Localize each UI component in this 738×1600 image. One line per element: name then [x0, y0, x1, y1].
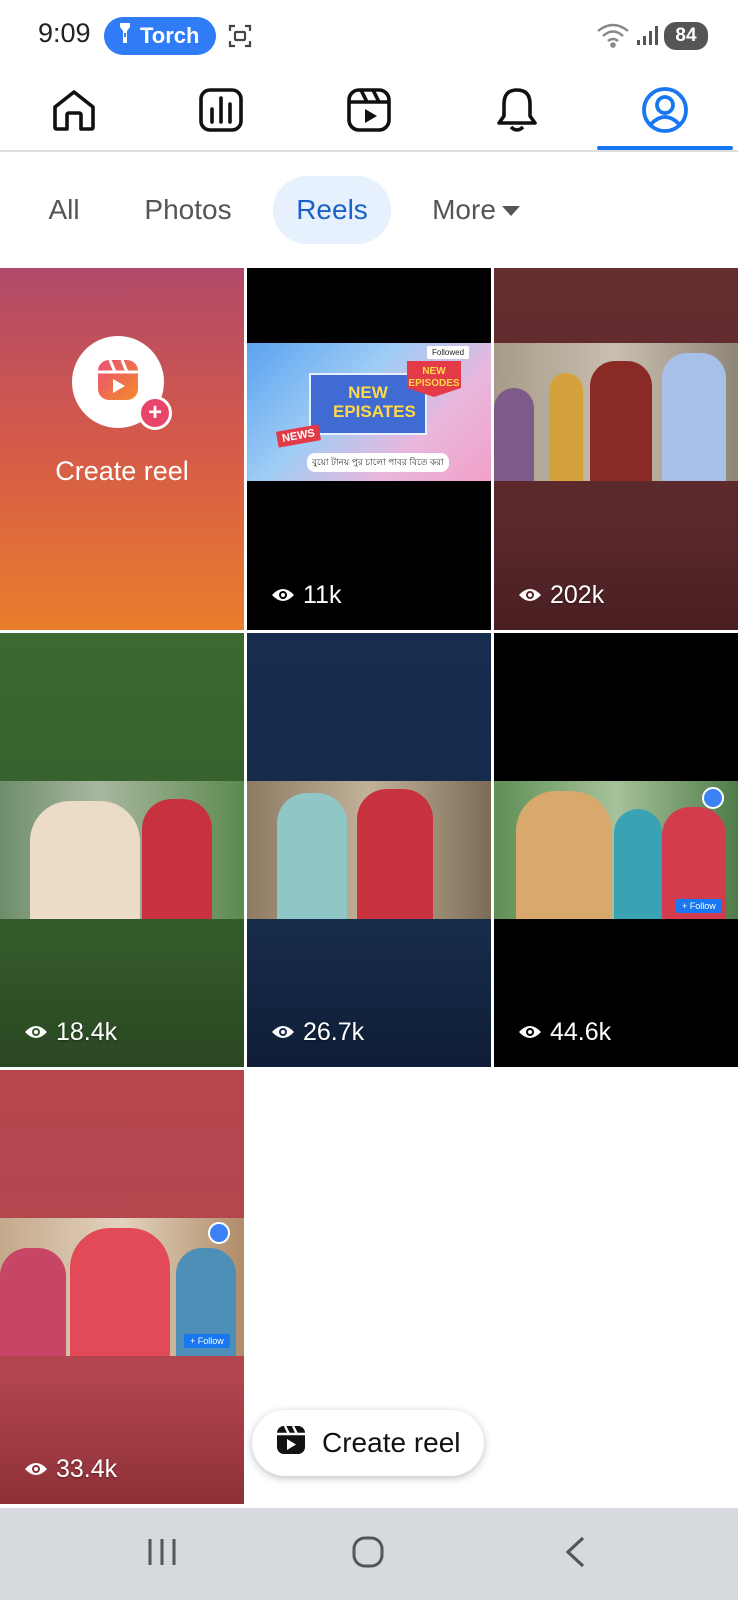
like-badge-icon: [702, 787, 724, 809]
wifi-icon: [596, 22, 630, 53]
person-figure: [142, 799, 212, 919]
video-reels-icon: [346, 87, 392, 138]
eye-icon: [518, 1018, 550, 1047]
home-icon: [51, 87, 97, 138]
view-count-value: 44.6k: [550, 1018, 612, 1046]
person-figure: [494, 388, 534, 481]
news-label: NEWS: [275, 424, 322, 448]
reel-tile-5[interactable]: + Follow 44.6k: [494, 633, 738, 1067]
create-reel-button-label: Create reel: [322, 1427, 461, 1458]
notification-bell-icon: [494, 86, 540, 139]
like-badge-icon: [208, 1222, 230, 1244]
nav-profile[interactable]: [605, 72, 725, 152]
create-reel-button[interactable]: Create reel: [252, 1410, 484, 1476]
profile-icon: [641, 86, 689, 139]
tab-photos-label: Photos: [144, 194, 232, 225]
tab-photos[interactable]: Photos: [122, 176, 254, 244]
view-count: 44.6k: [518, 1018, 611, 1047]
plus-icon: +: [138, 396, 172, 430]
nav-video[interactable]: [309, 72, 429, 152]
person-figure: [614, 809, 662, 919]
tab-all-label: All: [48, 194, 80, 225]
home-button[interactable]: [338, 1532, 398, 1576]
eye-icon: [518, 581, 550, 610]
view-count-value: 33.4k: [56, 1455, 118, 1483]
nav-home[interactable]: [14, 72, 134, 152]
person-figure: [277, 793, 347, 919]
view-count: 202k: [518, 581, 604, 610]
eye-icon: [24, 1455, 56, 1484]
screen: 9:09 Torch 84 All Photos Reels More + Cr…: [0, 0, 738, 1600]
reel-thumbnail: + Follow: [0, 1218, 244, 1356]
eye-icon: [271, 1018, 303, 1047]
person-figure: [549, 373, 583, 481]
reel-tile-2[interactable]: 202k: [494, 268, 738, 630]
recent-apps-icon: [146, 1537, 178, 1572]
view-count-value: 18.4k: [56, 1018, 118, 1046]
caret-down-icon: [501, 206, 520, 216]
active-tab-indicator: [597, 146, 733, 150]
view-count: 33.4k: [24, 1455, 117, 1484]
reel-tile-1[interactable]: NEW EPISATES Followed NEW EPISODES NEWS …: [247, 268, 491, 630]
back-button[interactable]: [545, 1532, 605, 1576]
eye-icon: [24, 1018, 56, 1047]
tab-more[interactable]: More: [414, 176, 538, 244]
nav-dashboard[interactable]: [161, 72, 281, 152]
home-circle-icon: [351, 1535, 385, 1574]
view-count-value: 11k: [303, 581, 342, 609]
reel-thumbnail: [494, 343, 738, 481]
person-figure: [70, 1228, 170, 1356]
view-count: 11k: [271, 581, 341, 610]
dashboard-chart-icon: [198, 87, 244, 138]
reels-logo-icon: [96, 358, 140, 407]
reel-tile-6[interactable]: + Follow 33.4k: [0, 1070, 244, 1504]
tab-reels-label: Reels: [296, 194, 368, 225]
top-navigation: [0, 72, 738, 152]
status-time: 9:09: [38, 18, 91, 48]
tab-reels[interactable]: Reels: [273, 176, 391, 244]
reel-thumbnail: [247, 781, 491, 919]
signal-icon: [636, 24, 660, 51]
follow-label: + Follow: [676, 899, 722, 913]
followed-tag: Followed: [427, 346, 470, 359]
thumbnail-caption: বুয়ো টানয় পুর চালো পাবর বিতে করা: [307, 453, 449, 472]
view-count: 26.7k: [271, 1018, 364, 1047]
back-icon: [563, 1535, 587, 1574]
battery-indicator: 84: [664, 22, 708, 50]
torch-label: Torch: [140, 23, 200, 48]
person-figure: [590, 361, 652, 481]
tab-more-label: More: [432, 194, 496, 225]
torch-chip[interactable]: Torch: [104, 17, 216, 55]
system-navigation-bar: [0, 1508, 738, 1600]
flashlight-icon: [118, 22, 140, 50]
screenshot-icon: [228, 24, 252, 53]
follow-label: + Follow: [184, 1334, 230, 1348]
reel-thumbnail: [0, 781, 244, 919]
status-bar: 9:09 Torch 84: [0, 0, 738, 72]
battery-level: 84: [675, 25, 697, 46]
reel-thumbnail: + Follow: [494, 781, 738, 919]
thumbnail-headline: NEW EPISATES: [333, 383, 416, 421]
reel-thumbnail: NEW EPISATES Followed NEW EPISODES NEWS …: [247, 343, 491, 481]
reel-tile-4[interactable]: 26.7k: [247, 633, 491, 1067]
person-figure: [516, 791, 612, 919]
person-figure: [0, 1248, 66, 1356]
nav-notifications[interactable]: [457, 72, 577, 152]
eye-icon: [271, 581, 303, 610]
tab-all[interactable]: All: [22, 176, 106, 244]
content-filter-tabs: All Photos Reels More: [0, 170, 738, 246]
reels-icon: [276, 1424, 322, 1462]
create-reel-label: Create reel: [55, 456, 189, 486]
view-count: 18.4k: [24, 1018, 117, 1047]
person-figure: [30, 801, 140, 919]
view-count-value: 26.7k: [303, 1018, 365, 1046]
view-count-value: 202k: [550, 581, 605, 609]
create-reel-tile[interactable]: + Create reel: [0, 268, 244, 630]
person-figure: [357, 789, 433, 919]
reel-tile-3[interactable]: 18.4k: [0, 633, 244, 1067]
recent-apps-button[interactable]: [132, 1532, 192, 1576]
person-figure: [662, 353, 726, 481]
